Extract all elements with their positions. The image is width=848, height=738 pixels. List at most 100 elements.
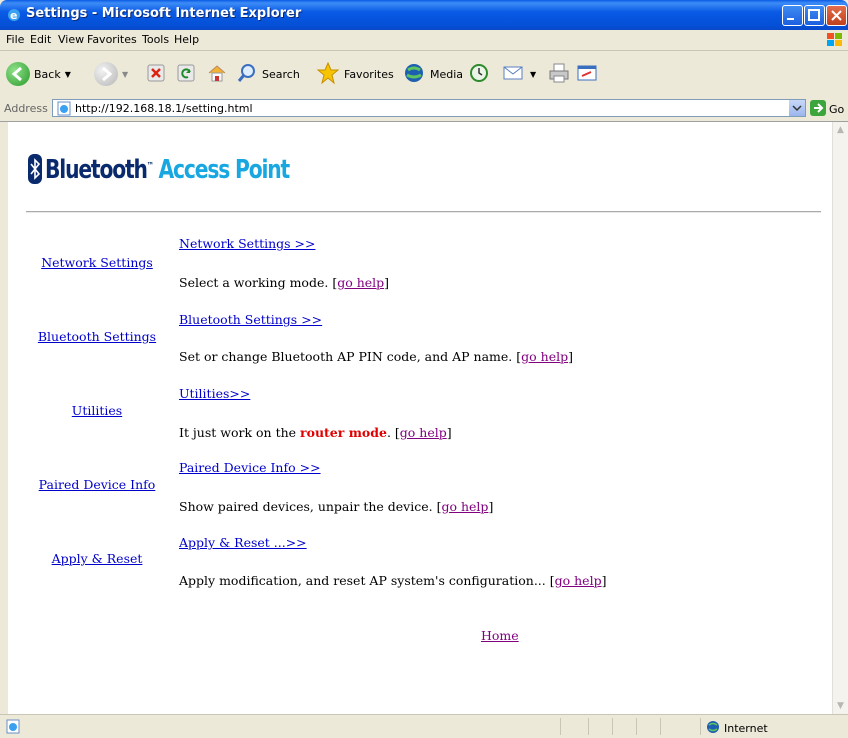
section-network-settings-link[interactable]: Network Settings >> xyxy=(179,236,316,251)
forward-button[interactable]: ▼ xyxy=(94,58,128,90)
stop-icon xyxy=(146,63,166,86)
window-title: Settings - Microsoft Internet Explorer xyxy=(26,6,302,21)
maximize-button[interactable] xyxy=(804,5,825,26)
back-button[interactable]: Back ▼ xyxy=(6,58,71,90)
section-paired-device-desc: Show paired devices, unpair the device. … xyxy=(179,499,494,514)
go-help-link[interactable]: go help xyxy=(441,499,488,514)
media-button[interactable]: Media xyxy=(402,58,463,90)
desc-text: It just work on the xyxy=(179,425,301,440)
minimize-button[interactable] xyxy=(782,5,803,26)
router-mode-text: router mode xyxy=(300,425,387,440)
nav-utilities[interactable]: Utilities xyxy=(32,403,162,418)
history-button[interactable] xyxy=(468,58,490,90)
desc-text: Select a working mode. xyxy=(179,275,333,290)
title-bar[interactable]: e Settings - Microsoft Internet Explorer xyxy=(0,0,848,30)
stop-button[interactable] xyxy=(146,58,166,90)
go-arrow-icon xyxy=(810,100,826,119)
edit-button[interactable] xyxy=(576,58,598,90)
scroll-up-icon[interactable]: ▲ xyxy=(833,122,848,138)
star-icon xyxy=(316,61,340,88)
menu-help[interactable]: Help xyxy=(174,33,199,46)
history-icon xyxy=(468,62,490,87)
status-divider xyxy=(660,718,661,735)
go-help-link[interactable]: go help xyxy=(521,349,568,364)
menu-file[interactable]: File xyxy=(6,33,24,46)
forward-arrow-icon xyxy=(94,62,118,86)
back-label: Back xyxy=(34,67,61,81)
address-url: http://192.168.18.1/setting.html xyxy=(75,102,253,115)
go-help-link[interactable]: go help xyxy=(337,275,384,290)
section-bluetooth-settings-link[interactable]: Bluetooth Settings >> xyxy=(179,312,322,327)
page-content: Bluetooth™ Access Point Network Settings… xyxy=(8,122,832,714)
toolbar: Back ▼ ▼ Search Favorites Media ▼ xyxy=(0,51,848,98)
media-globe-icon xyxy=(402,61,426,88)
menu-favorites[interactable]: Favorites xyxy=(87,33,137,46)
security-zone: Internet xyxy=(706,720,768,737)
nav-apply-reset[interactable]: Apply & Reset xyxy=(32,551,162,566)
home-button[interactable] xyxy=(206,58,228,90)
status-divider xyxy=(700,718,701,735)
section-apply-reset-desc: Apply modification, and reset AP system'… xyxy=(179,573,607,588)
back-arrow-icon xyxy=(6,62,30,86)
window-frame-left xyxy=(0,122,8,714)
scroll-down-icon[interactable]: ▼ xyxy=(833,698,848,714)
menu-tools[interactable]: Tools xyxy=(142,33,169,46)
address-dropdown-icon[interactable] xyxy=(789,100,805,116)
printer-icon xyxy=(548,62,570,87)
logo-product: Access Point xyxy=(158,155,291,185)
logo-text: Bluetooth™ Access Point xyxy=(45,155,291,185)
go-help-link[interactable]: go help xyxy=(555,573,602,588)
nav-network-settings[interactable]: Network Settings xyxy=(32,255,162,270)
address-input[interactable]: http://192.168.18.1/setting.html xyxy=(52,99,806,117)
go-help-link[interactable]: go help xyxy=(400,425,447,440)
home-link[interactable]: Home xyxy=(481,628,519,643)
section-utilities-link[interactable]: Utilities>> xyxy=(179,386,250,401)
page-status-icon xyxy=(5,719,21,737)
ie-icon: e xyxy=(6,7,22,23)
menu-view[interactable]: View xyxy=(58,33,84,46)
status-divider xyxy=(612,718,613,735)
nav-bluetooth-settings[interactable]: Bluetooth Settings xyxy=(32,329,162,344)
vertical-scrollbar[interactable]: ▲ ▼ xyxy=(832,122,848,714)
status-divider xyxy=(588,718,589,735)
search-button[interactable]: Search xyxy=(236,58,300,90)
page-icon xyxy=(56,101,72,119)
status-divider xyxy=(636,718,637,735)
internet-globe-icon xyxy=(706,720,720,737)
go-label: Go xyxy=(829,103,845,116)
browser-window: e Settings - Microsoft Internet Explorer… xyxy=(0,0,848,738)
logo-trademark: ™ xyxy=(146,161,154,172)
section-apply-reset-link[interactable]: Apply & Reset ...>> xyxy=(179,535,307,550)
desc-text-end: . xyxy=(386,425,395,440)
close-button[interactable] xyxy=(826,5,847,26)
header-divider xyxy=(26,211,821,213)
section-paired-device-link[interactable]: Paired Device Info >> xyxy=(179,460,321,475)
site-logo: Bluetooth™ Access Point xyxy=(28,150,358,190)
address-label: Address xyxy=(4,102,48,115)
mail-icon xyxy=(502,62,526,87)
mail-button[interactable]: ▼ xyxy=(502,58,536,90)
favorites-label: Favorites xyxy=(344,67,394,81)
desc-text: Set or change Bluetooth AP PIN code, and… xyxy=(179,349,517,364)
section-bluetooth-settings-desc: Set or change Bluetooth AP PIN code, and… xyxy=(179,349,573,364)
section-network-settings-desc: Select a working mode. [go help] xyxy=(179,275,390,290)
refresh-button[interactable] xyxy=(176,58,196,90)
bluetooth-logo-icon xyxy=(28,153,42,187)
windows-logo-icon xyxy=(826,32,844,48)
nav-paired-device-info[interactable]: Paired Device Info xyxy=(32,477,162,492)
status-divider xyxy=(560,718,561,735)
media-label: Media xyxy=(430,67,464,81)
menu-bar: File Edit View Favorites Tools Help xyxy=(0,30,848,51)
favorites-button[interactable]: Favorites xyxy=(316,58,394,90)
status-bar: Internet xyxy=(0,714,848,738)
print-button[interactable] xyxy=(548,58,570,90)
go-button[interactable]: Go xyxy=(810,100,844,119)
refresh-icon xyxy=(176,63,196,86)
search-icon xyxy=(236,62,258,87)
zone-label: Internet xyxy=(724,722,768,735)
menu-edit[interactable]: Edit xyxy=(30,33,51,46)
edit-page-icon xyxy=(576,62,598,87)
section-utilities-desc: It just work on the router mode. [go hel… xyxy=(179,425,452,440)
desc-text: Apply modification, and reset AP system'… xyxy=(179,573,550,588)
svg-text:e: e xyxy=(10,9,17,22)
